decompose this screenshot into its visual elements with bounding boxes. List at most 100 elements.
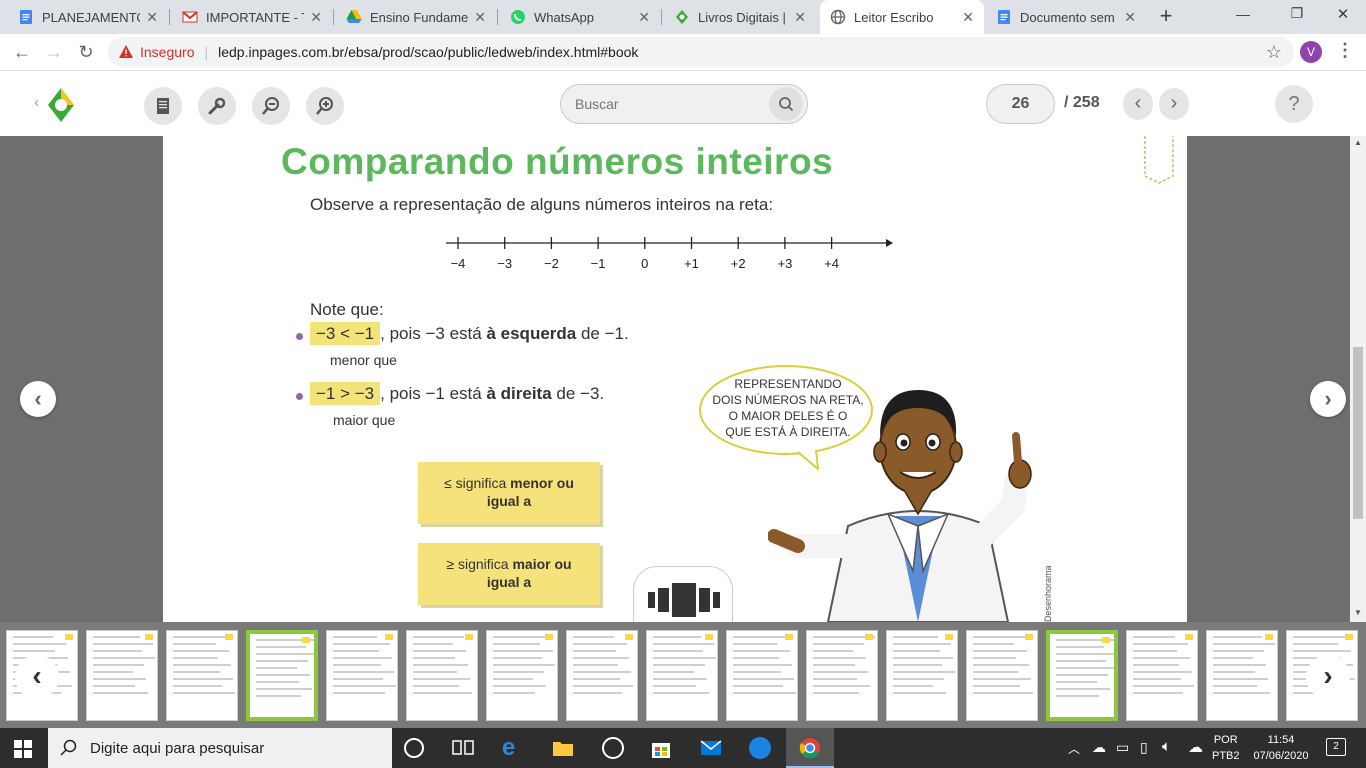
page-thumbnail[interactable] [326,630,398,721]
note-bold: maior ou [512,556,572,572]
security-label[interactable]: Inseguro [140,44,194,60]
bullet-dot [296,393,303,400]
clock[interactable]: 11:54 07/06/2020 [1252,732,1310,764]
star-icon[interactable]: ☆ [1266,42,1282,63]
notifications-icon[interactable]: 2 [1326,738,1346,756]
number-line-label: +3 [777,256,792,271]
edge-icon[interactable]: e [502,734,515,762]
profile-avatar[interactable]: V [1300,41,1322,63]
close-window-button[interactable]: ✕ [1328,5,1358,23]
search-button[interactable] [769,87,803,121]
task-view-icon[interactable] [452,738,474,758]
tab-close-icon[interactable]: ✕ [794,9,806,26]
tab-importante[interactable]: IMPORTANTE - TO ✕ [172,0,332,34]
tab-close-icon[interactable]: ✕ [1124,9,1136,26]
bookmark-icon[interactable] [1143,136,1175,184]
volume-icon[interactable]: 🔈︎ [1162,738,1171,755]
cortana-icon[interactable] [404,738,424,758]
address-bar[interactable]: Inseguro | ledp.inpages.com.br/ebsa/prod… [108,37,1294,67]
thumbnail-toggle-button[interactable] [633,566,733,622]
tab-ensino[interactable]: Ensino Fundament ✕ [336,0,496,34]
page-thumbnail[interactable] [1046,630,1118,721]
back-arrow-icon[interactable]: ← [10,40,34,64]
page-thumbnail[interactable] [886,630,958,721]
store-icon[interactable] [650,737,672,759]
menu-dots-icon[interactable]: ⋮ [1336,40,1354,61]
minimize-button[interactable]: — [1228,6,1258,22]
google-docs-icon [998,10,1010,24]
obs-icon[interactable] [602,737,624,759]
bullet-less-than: −3 < −1, pois −3 está à esquerda de −1. [310,322,629,345]
page-thumbnail[interactable] [246,630,318,721]
search-input[interactable] [575,94,755,114]
tab-leitor-escribo[interactable]: Leitor Escribo ✕ [820,0,984,34]
forward-arrow-icon[interactable]: → [42,40,66,64]
scroll-up-icon[interactable]: ▲ [1354,138,1362,147]
next-page-arrow[interactable]: › [1310,381,1346,417]
tray-chevron-icon[interactable]: ︿ [1068,740,1080,757]
new-tab-button[interactable]: + [1154,4,1178,28]
ledp-logo-icon[interactable] [47,87,75,123]
tab-documento[interactable]: Documento sem tí ✕ [986,0,1146,34]
scrollbar-thumb[interactable] [1353,347,1363,519]
number-line-label: 0 [641,256,648,271]
page-thumbnail[interactable] [806,630,878,721]
date-text: 07/06/2020 [1253,750,1309,762]
page-thumbnail[interactable] [726,630,798,721]
page-thumbnail[interactable] [1206,630,1278,721]
collapse-chevron-icon[interactable]: ‹ [34,94,39,112]
google-drive-icon [346,10,362,23]
file-explorer-icon[interactable] [552,738,574,758]
tab-whatsapp[interactable]: WhatsApp ✕ [500,0,660,34]
tab-close-icon[interactable]: ✕ [310,9,322,26]
zoom-out-button[interactable] [252,87,290,125]
page-thumbnail[interactable] [646,630,718,721]
url-text[interactable]: ledp.inpages.com.br/ebsa/prod/scao/publi… [218,44,638,60]
vertical-scrollbar[interactable]: ▲ ▼ [1350,136,1366,622]
prev-page-arrow[interactable]: ‹ [20,381,56,417]
book-toc-button[interactable] [144,87,182,125]
thumbnails-prev-button[interactable]: ‹ [15,655,59,699]
reload-icon[interactable]: ↻ [74,40,98,64]
zoom-in-button[interactable] [306,87,344,125]
globe-icon [830,9,846,25]
prev-page-chevron-icon[interactable]: ‹ [1123,88,1153,120]
input-language[interactable]: POR PTB2 [1212,732,1240,764]
tab-title: Livros Digitais | LE [698,9,788,25]
page-thumbnail[interactable] [566,630,638,721]
windows-start-icon[interactable] [14,740,32,758]
search-box[interactable] [560,84,808,124]
number-line-label: −4 [451,256,466,271]
chrome-taskbar-button[interactable] [786,728,834,768]
next-page-chevron-icon[interactable]: › [1159,88,1189,120]
maximize-button[interactable]: ❐ [1282,5,1312,22]
tab-close-icon[interactable]: ✕ [962,9,974,26]
display-icon[interactable]: ▭ [1116,739,1129,756]
page-thumbnail[interactable] [1126,630,1198,721]
scroll-down-icon[interactable]: ▼ [1354,608,1362,617]
tab-title: Leitor Escribo [854,9,934,25]
network-icon[interactable]: ☁ [1092,739,1106,756]
warning-icon [119,45,133,58]
tab-livros-digitais[interactable]: Livros Digitais | LE ✕ [664,0,816,34]
page-thumbnail[interactable] [166,630,238,721]
page-thumbnail[interactable] [486,630,558,721]
mail-icon[interactable] [700,739,722,757]
help-button[interactable]: ? [1275,85,1313,123]
zoom-out-icon [262,97,279,115]
tab-close-icon[interactable]: ✕ [638,9,650,26]
onedrive-icon[interactable]: ☁ [1188,738,1203,756]
page-thumbnail[interactable] [86,630,158,721]
thumbnails-next-button[interactable]: › [1306,655,1350,699]
battery-icon[interactable]: ▯ [1140,739,1148,756]
tab-planejamento[interactable]: PLANEJAMENTO S ✕ [8,0,168,34]
safari-like-icon[interactable] [749,737,771,759]
page-thumbnail[interactable] [406,630,478,721]
taskbar-search[interactable]: Digite aqui para pesquisar [48,728,392,768]
book-page: Comparando números inteiros Observe a re… [163,136,1187,622]
tab-close-icon[interactable]: ✕ [146,9,158,26]
tab-close-icon[interactable]: ✕ [474,9,486,26]
tools-button[interactable] [198,87,236,125]
page-thumbnail[interactable] [966,630,1038,721]
page-number-input[interactable]: 26 [986,84,1055,124]
